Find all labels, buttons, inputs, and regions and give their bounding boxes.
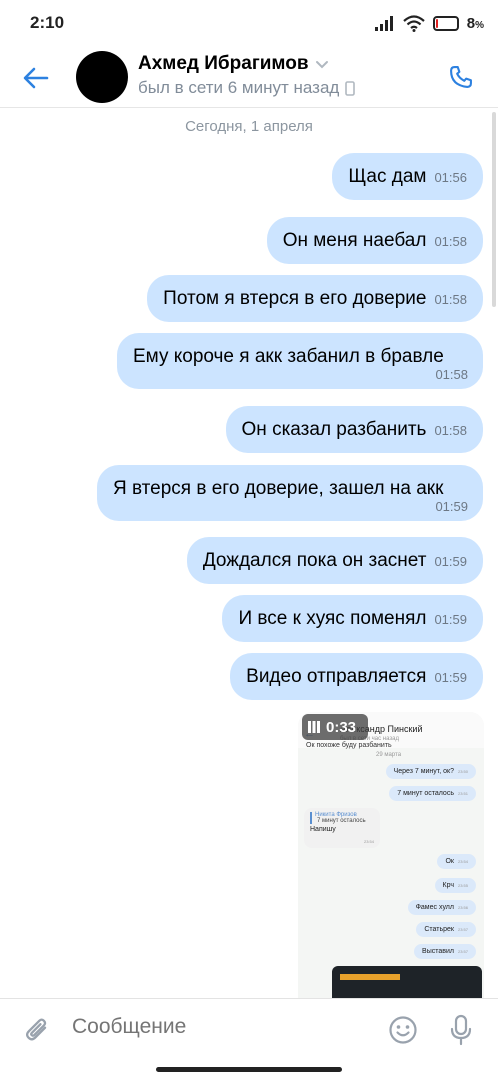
message-bubble[interactable]: Дождался пока он заснет 01:59 xyxy=(186,537,483,584)
contact-status-text: был в сети 6 минут назад xyxy=(138,78,340,97)
status-time: 2:10 xyxy=(30,13,65,32)
message-text: Видео отправляется xyxy=(246,666,427,687)
paperclip-icon xyxy=(25,1018,47,1041)
message-bubble[interactable]: Я втерся в его доверие, зашел на акк 01:5… xyxy=(97,465,483,521)
battery-level xyxy=(435,18,438,28)
microphone-icon xyxy=(450,1014,472,1046)
system-navigation-bar xyxy=(0,1060,498,1080)
message-text: Щас дам xyxy=(348,166,427,187)
message-text: Он меня наебал xyxy=(282,230,427,251)
status-bar: 2:10 8% xyxy=(0,0,498,46)
signal-icon xyxy=(374,16,393,31)
video-message[interactable]: ← Александр Пинский был в сети час назад… xyxy=(298,712,484,1000)
message-time: 01:59 xyxy=(434,670,467,685)
message-text: Ему короче я акк забанил в бравле xyxy=(133,346,444,367)
message-time: 01:59 xyxy=(434,554,467,569)
wifi-icon xyxy=(403,14,425,32)
video-duration: 0:33 xyxy=(326,718,357,736)
video-inner-bubble: Статьрек 23:57 xyxy=(416,922,476,937)
date-separator: Сегодня, 1 апреля xyxy=(185,118,313,135)
message-time: 01:58 xyxy=(434,423,467,438)
video-bars-icon xyxy=(308,721,320,733)
message-input-bar xyxy=(0,998,498,1060)
phone-device-icon xyxy=(345,80,356,96)
microphone-button[interactable] xyxy=(444,1012,478,1048)
contact-name[interactable]: Ахмед Ибрагимов xyxy=(138,53,329,75)
message-time: 01:59 xyxy=(435,499,468,514)
video-inner-bubble: Фамес хулл 23:56 xyxy=(407,900,476,915)
video-inner-bubble: Ок 23:54 xyxy=(437,854,476,869)
message-bubble[interactable]: Щас дам 01:56 xyxy=(332,153,483,200)
video-duration-badge: 0:33 xyxy=(302,714,368,740)
back-button[interactable] xyxy=(18,60,54,96)
message-text: Дождался пока он заснет xyxy=(202,550,427,571)
message-text: И все к хуяс поменял xyxy=(238,608,427,629)
video-inner-bubble: Через 7 минут, ок? 23:50 xyxy=(385,764,476,779)
message-time: 01:58 xyxy=(434,292,467,307)
video-inner-date: 29 марта xyxy=(376,752,402,758)
chevron-down-icon xyxy=(315,60,328,68)
home-indicator[interactable] xyxy=(156,1067,342,1072)
contact-status: был в сети 6 минут назад xyxy=(138,78,356,98)
smile-icon xyxy=(389,1016,417,1044)
message-text: Он сказал разбанить xyxy=(241,419,427,440)
message-bubble[interactable]: Он сказал разбанить 01:58 xyxy=(225,406,483,453)
arrow-left-icon xyxy=(23,67,49,89)
video-inner-thumbnail-bar xyxy=(340,974,400,980)
message-text: Потом я втерся в его доверие xyxy=(163,288,427,309)
battery-icon xyxy=(432,15,459,31)
emoji-button[interactable] xyxy=(386,1013,420,1047)
chat-screen: 2:10 8% Ахмед Ибрагимов был в сети 6 мин… xyxy=(0,0,498,1080)
status-icons: 8% xyxy=(374,12,484,34)
message-bubble[interactable]: Он меня наебал 01:58 xyxy=(266,217,483,264)
attach-button[interactable] xyxy=(20,1013,54,1047)
video-inner-reply: Никита Фризов 7 минут осталось Напишу 23… xyxy=(304,808,380,848)
video-inner-bubble: Выставил 23:57 xyxy=(414,944,476,959)
message-bubble[interactable]: Видео отправляется 01:59 xyxy=(230,653,483,700)
chat-header: Ахмед Ибрагимов был в сети 6 минут назад xyxy=(0,46,498,108)
video-inner-bubble: 7 минут осталось 23:51 xyxy=(389,786,476,801)
message-time: 01:58 xyxy=(434,234,467,249)
message-time: 01:59 xyxy=(434,612,467,627)
message-bubble[interactable]: Ему короче я акк забанил в бравле 01:58 xyxy=(117,333,483,389)
video-inner-bubble: Крч 23:55 xyxy=(434,878,476,893)
phone-icon xyxy=(450,66,472,88)
message-bubble[interactable]: Потом я втерся в его доверие 01:58 xyxy=(147,275,483,322)
video-inner-line: Ок похоже буду разбанить xyxy=(306,742,392,749)
message-time: 01:58 xyxy=(435,367,468,382)
contact-name-text: Ахмед Ибрагимов xyxy=(138,53,309,74)
call-button[interactable] xyxy=(442,58,480,96)
scrollbar[interactable] xyxy=(492,112,496,307)
video-inner-thumbnail xyxy=(332,966,482,1000)
battery-percent: 8% xyxy=(466,14,484,32)
avatar[interactable] xyxy=(76,51,128,103)
message-bubble[interactable]: И все к хуяс поменял 01:59 xyxy=(222,595,483,642)
message-input[interactable] xyxy=(72,1015,362,1039)
message-time: 01:56 xyxy=(434,170,467,185)
message-text: Я втерся в его доверие, зашел на акк xyxy=(113,478,444,499)
